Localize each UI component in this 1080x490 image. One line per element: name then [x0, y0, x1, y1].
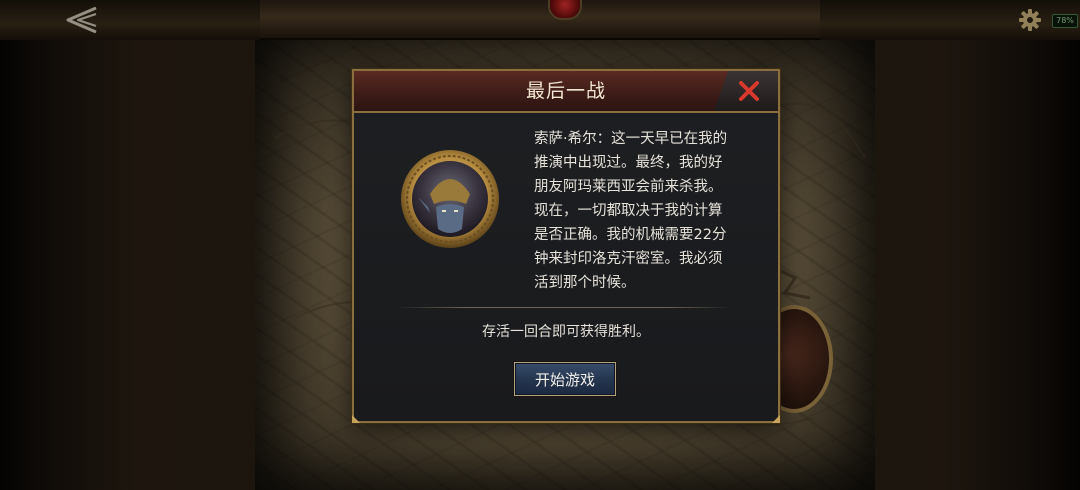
corner-ornament-left — [352, 415, 360, 423]
start-game-button[interactable]: 开始游戏 — [514, 362, 616, 396]
mission-objective: 存活一回合即可获得胜利。 — [482, 324, 650, 340]
speaker-avatar — [401, 150, 499, 248]
section-divider — [396, 307, 734, 308]
dialog-header: 最后一战 — [354, 71, 778, 113]
speaker-dialogue: 索萨·希尔：这一天早已在我的 推演中出现过。最终，我的好 朋友阿玛莱西亚会前来杀… — [534, 131, 728, 291]
dialog-title: 最后一战 — [525, 80, 606, 102]
mission-dialog: 最后一战 索萨·希尔：这一天早已在我的 推演中出现过。最终，我的好 朋友阿玛莱西… — [352, 69, 780, 423]
corner-ornament-right — [772, 415, 780, 423]
game-screen: 78% 最后一战 索萨·希尔：这一天早已在我的 推演中出现过。最终，我的好 朋友… — [0, 0, 1080, 490]
close-icon — [739, 81, 759, 101]
speaker-portrait — [400, 149, 500, 249]
close-button[interactable] — [734, 76, 764, 106]
